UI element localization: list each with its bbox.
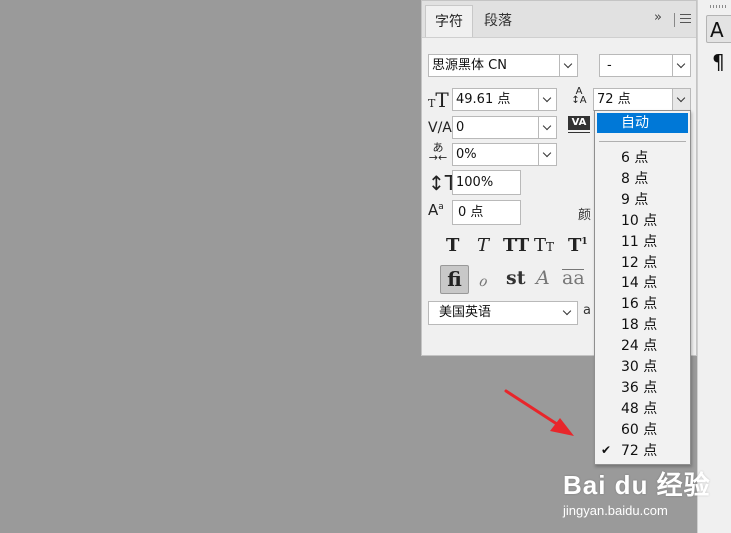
chevron-down-icon[interactable] [538, 117, 556, 138]
dropdown-option[interactable]: 14 点 [595, 273, 690, 294]
vertical-scale-field[interactable]: 100% [452, 170, 521, 195]
faux-italic-button[interactable]: T [477, 235, 489, 256]
vertical-scale-value: 100% [456, 175, 494, 190]
kerning-value: 0 [456, 120, 465, 135]
swash-button[interactable]: A [536, 267, 550, 289]
list-divider [599, 141, 686, 142]
dropdown-option[interactable]: 24 点 [595, 336, 690, 357]
chevron-down-icon[interactable] [538, 144, 556, 165]
watermark-url: jingyan.baidu.com [563, 503, 668, 518]
character-panel-button[interactable]: A [706, 15, 731, 43]
tab-character[interactable]: 字符 [425, 5, 473, 37]
dropdown-option[interactable]: 48 点 [595, 399, 690, 420]
collapse-icon[interactable]: » [654, 10, 662, 25]
font-family-value: 思源黑体 CN [432, 58, 507, 73]
dropdown-option[interactable]: 18 点 [595, 315, 690, 336]
divider [674, 13, 675, 27]
chevron-down-icon[interactable] [672, 55, 690, 76]
right-panel-strip: A ¶ [697, 0, 731, 533]
small-caps-button[interactable]: TT [534, 235, 554, 256]
superscript-button[interactable]: T1 [568, 235, 588, 256]
leading-field[interactable]: 72 点 [593, 88, 691, 111]
watermark: Bai du 经验 jingyan.baidu.com [563, 465, 711, 518]
dropdown-option[interactable]: 36 点 [595, 378, 690, 399]
font-size-icon: TT [428, 88, 449, 112]
tsume-value: 0% [456, 147, 477, 162]
discretionary-ligatures-button[interactable]: st [506, 267, 525, 289]
leading-dropdown-list: 自动 6 点8 点9 点 10 点 11 点 12 点 14 点 16 点 18 点 24 点… [594, 110, 691, 465]
dropdown-option[interactable]: 60 点 [595, 420, 690, 441]
language-field[interactable]: 美国英语 [428, 301, 578, 325]
color-label: 颜 [578, 208, 592, 223]
chevron-down-icon[interactable] [559, 302, 577, 323]
font-style-field[interactable]: - [599, 54, 691, 77]
paragraph-icon[interactable]: ¶ [712, 50, 725, 74]
leading-icon: A ↕A [571, 86, 587, 106]
dropdown-option[interactable]: 6 点 [595, 148, 690, 169]
chevron-down-icon[interactable] [559, 55, 577, 76]
all-caps-button[interactable]: TT [503, 235, 529, 256]
baseline-shift-value: 0 点 [458, 205, 484, 220]
font-style-value: - [607, 58, 612, 73]
baseline-shift-field[interactable]: 0 点 [452, 200, 521, 225]
char-button-label: A [710, 18, 724, 42]
dropdown-option[interactable]: 30 点 [595, 357, 690, 378]
font-size-field[interactable]: 49.61 点 [452, 88, 557, 111]
tracking-icon: VA [568, 116, 590, 130]
drag-grip[interactable] [710, 5, 728, 8]
dropdown-option[interactable]: 16 点 [595, 294, 690, 315]
dropdown-option[interactable]: 11 点 [595, 232, 690, 253]
antialias-label: a [583, 303, 591, 318]
dropdown-option[interactable]: 12 点 [595, 253, 690, 274]
annotation-arrow [504, 389, 574, 436]
kerning-icon: V/A [428, 120, 452, 136]
language-value: 美国英语 [439, 305, 492, 320]
dropdown-option[interactable]: 8 点 [595, 169, 690, 190]
panel-menu-icon[interactable] [680, 14, 691, 23]
kerning-field[interactable]: 0 [452, 116, 557, 139]
contextual-alternates-button[interactable]: ℴ [478, 269, 487, 291]
watermark-brand: Bai du 经验 [563, 470, 711, 500]
tsume-icon: あ →← [428, 141, 448, 164]
stylistic-alternates-button[interactable]: aa [562, 267, 585, 289]
panel-tabs: 字符 段落 » [422, 1, 696, 38]
stylistic-alternates-overline [562, 269, 584, 270]
option-auto[interactable]: 自动 [597, 113, 688, 133]
tsume-field[interactable]: 0% [452, 143, 557, 166]
dropdown-option[interactable]: 9 点 [595, 190, 690, 211]
tracking-icon-line [568, 132, 590, 133]
tab-paragraph[interactable]: 段落 [474, 5, 522, 37]
leading-value: 72 点 [597, 92, 631, 107]
checkmark-icon: ✔ [601, 442, 612, 457]
faux-bold-button[interactable]: T [446, 235, 459, 256]
chevron-down-icon[interactable] [538, 89, 556, 110]
chevron-down-icon[interactable] [672, 89, 690, 110]
font-size-value: 49.61 点 [456, 92, 511, 107]
standard-ligatures-button[interactable]: ﬁ [440, 265, 469, 294]
font-family-field[interactable]: 思源黑体 CN [428, 54, 578, 77]
dropdown-option[interactable]: 10 点 [595, 211, 690, 232]
baseline-shift-icon: Aa [428, 201, 444, 219]
